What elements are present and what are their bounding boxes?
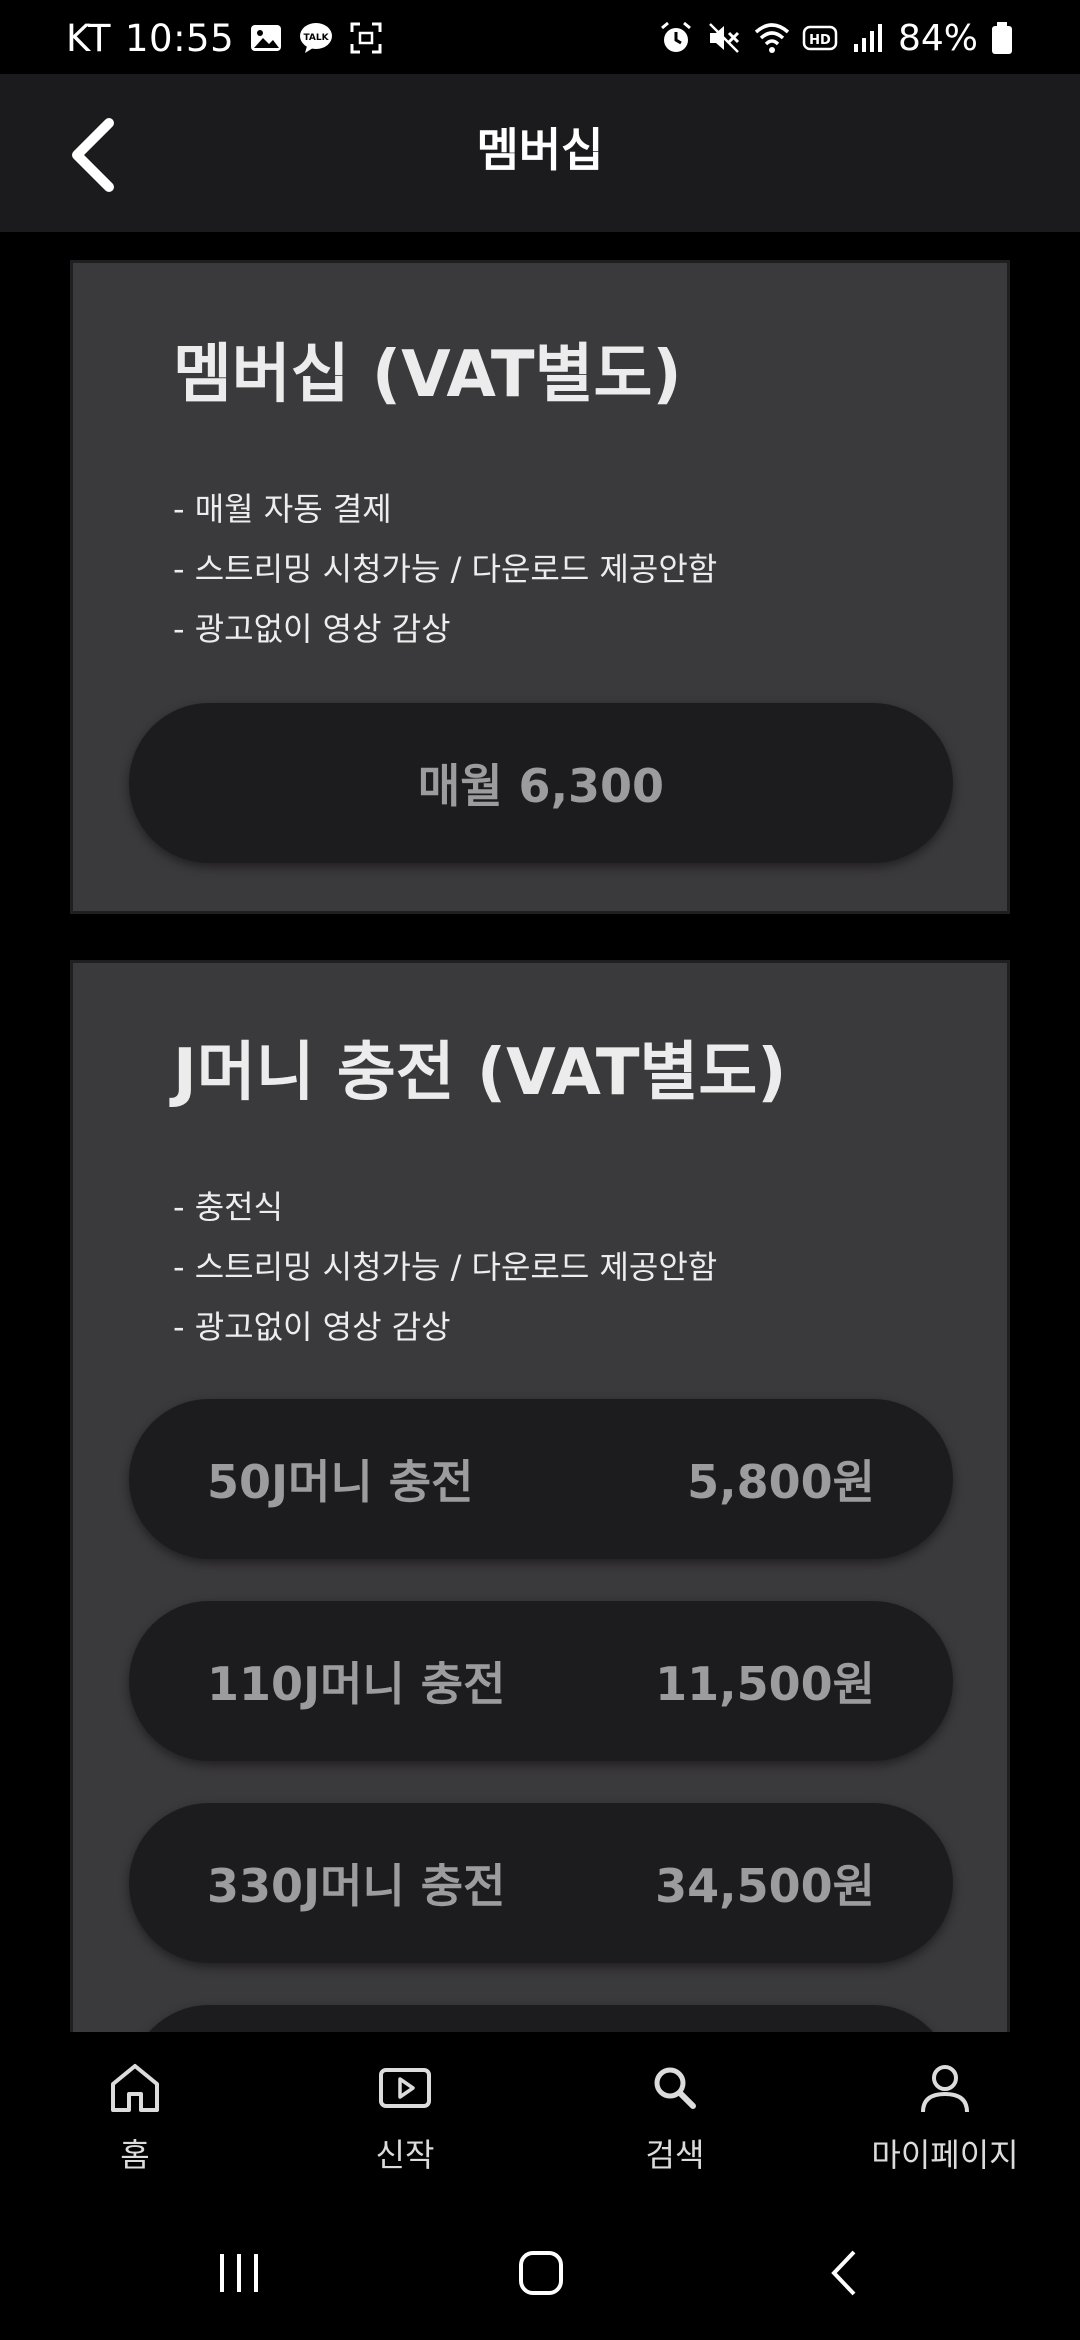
screenshot-icon: [350, 22, 382, 54]
system-nav-bar: [0, 2202, 1080, 2340]
option-price: 5,800원: [687, 1455, 875, 1509]
feature-item: - 매월 자동 결제: [173, 490, 392, 528]
home-square-icon: [519, 2251, 563, 2295]
play-icon: [379, 2068, 431, 2108]
jmoney-next-button[interactable]: [129, 2005, 953, 2032]
feature-item: - 스트리밍 시청가능 / 다운로드 제공안함: [173, 550, 718, 588]
home-icon: [111, 2064, 159, 2112]
jmoney-330-button[interactable]: 330J머니 충전 34,500원: [129, 1803, 953, 1963]
status-left: KT 10:55 TALK: [66, 14, 384, 62]
option-name: 50J머니 충전: [207, 1455, 474, 1509]
status-right: HD 84%: [658, 14, 1014, 62]
home-system-button[interactable]: [506, 2238, 576, 2308]
nav-label: 검색: [645, 2136, 705, 2174]
membership-features: - 매월 자동 결제 - 스트리밍 시청가능 / 다운로드 제공안함 - 광고없…: [173, 479, 717, 659]
feature-item: - 스트리밍 시청가능 / 다운로드 제공안함: [173, 1248, 718, 1286]
battery-icon: [992, 22, 1012, 54]
carrier-label: KT: [66, 16, 111, 60]
back-chevron-icon: [831, 2250, 856, 2296]
nav-label: 마이페이지: [871, 2136, 1019, 2174]
membership-title: 멤버십 (VAT별도): [173, 338, 682, 412]
option-name: 330J머니 충전: [207, 1859, 506, 1913]
feature-item: - 충전식: [173, 1188, 284, 1226]
feature-item: - 광고없이 영상 감상: [173, 1308, 451, 1346]
search-icon: [654, 2067, 696, 2109]
nav-mypage[interactable]: 마이페이지: [810, 2034, 1080, 2202]
nav-new[interactable]: 신작: [270, 2034, 540, 2202]
hd-icon: HD: [802, 25, 838, 51]
jmoney-card: J머니 충전 (VAT별도) - 충전식 - 스트리밍 시청가능 / 다운로드 …: [70, 960, 1010, 2032]
jmoney-features: - 충전식 - 스트리밍 시청가능 / 다운로드 제공안함 - 광고없이 영상 …: [173, 1177, 717, 1357]
signal-icon: [853, 24, 882, 52]
page-title: 멤버십: [476, 123, 604, 177]
mute-icon: [709, 23, 740, 53]
jmoney-50-button[interactable]: 50J머니 충전 5,800원: [129, 1399, 953, 1559]
option-price: 11,500원: [655, 1657, 875, 1711]
battery-percent: 84%: [897, 17, 978, 59]
jmoney-title: J머니 충전 (VAT별도): [173, 1036, 787, 1110]
content-area[interactable]: 멤버십 (VAT별도) - 매월 자동 결제 - 스트리밍 시청가능 / 다운로…: [0, 232, 1080, 2032]
wifi-icon: [754, 23, 790, 53]
alarm-icon: [661, 21, 691, 52]
recent-apps-button[interactable]: [204, 2238, 274, 2308]
status-time: 10:55: [125, 16, 235, 60]
option-name: 110J머니 충전: [207, 1657, 506, 1711]
back-system-button[interactable]: [810, 2238, 880, 2308]
membership-card: 멤버십 (VAT별도) - 매월 자동 결제 - 스트리밍 시청가능 / 다운로…: [70, 260, 1010, 914]
gallery-icon: [251, 25, 282, 51]
feature-item: - 광고없이 영상 감상: [173, 610, 451, 648]
monthly-subscribe-button[interactable]: 매월 6,300: [129, 703, 953, 863]
status-bar: KT 10:55 TALK HD 84%: [0, 0, 1080, 74]
svg-text:TALK: TALK: [304, 33, 330, 43]
nav-search[interactable]: 검색: [540, 2034, 810, 2202]
jmoney-110-button[interactable]: 110J머니 충전 11,500원: [129, 1601, 953, 1761]
bottom-nav: 홈 신작 검색 마이페이지: [0, 2034, 1080, 2202]
svg-text:HD: HD: [809, 33, 831, 48]
user-icon: [921, 2065, 969, 2113]
recent-apps-icon: [220, 2254, 258, 2292]
option-price: 34,500원: [655, 1859, 875, 1913]
kakaotalk-icon: TALK: [300, 23, 333, 53]
nav-label: 홈: [120, 2136, 150, 2174]
nav-label: 신작: [375, 2136, 435, 2174]
app-header: 멤버십: [0, 74, 1080, 232]
nav-home[interactable]: 홈: [0, 2034, 270, 2202]
